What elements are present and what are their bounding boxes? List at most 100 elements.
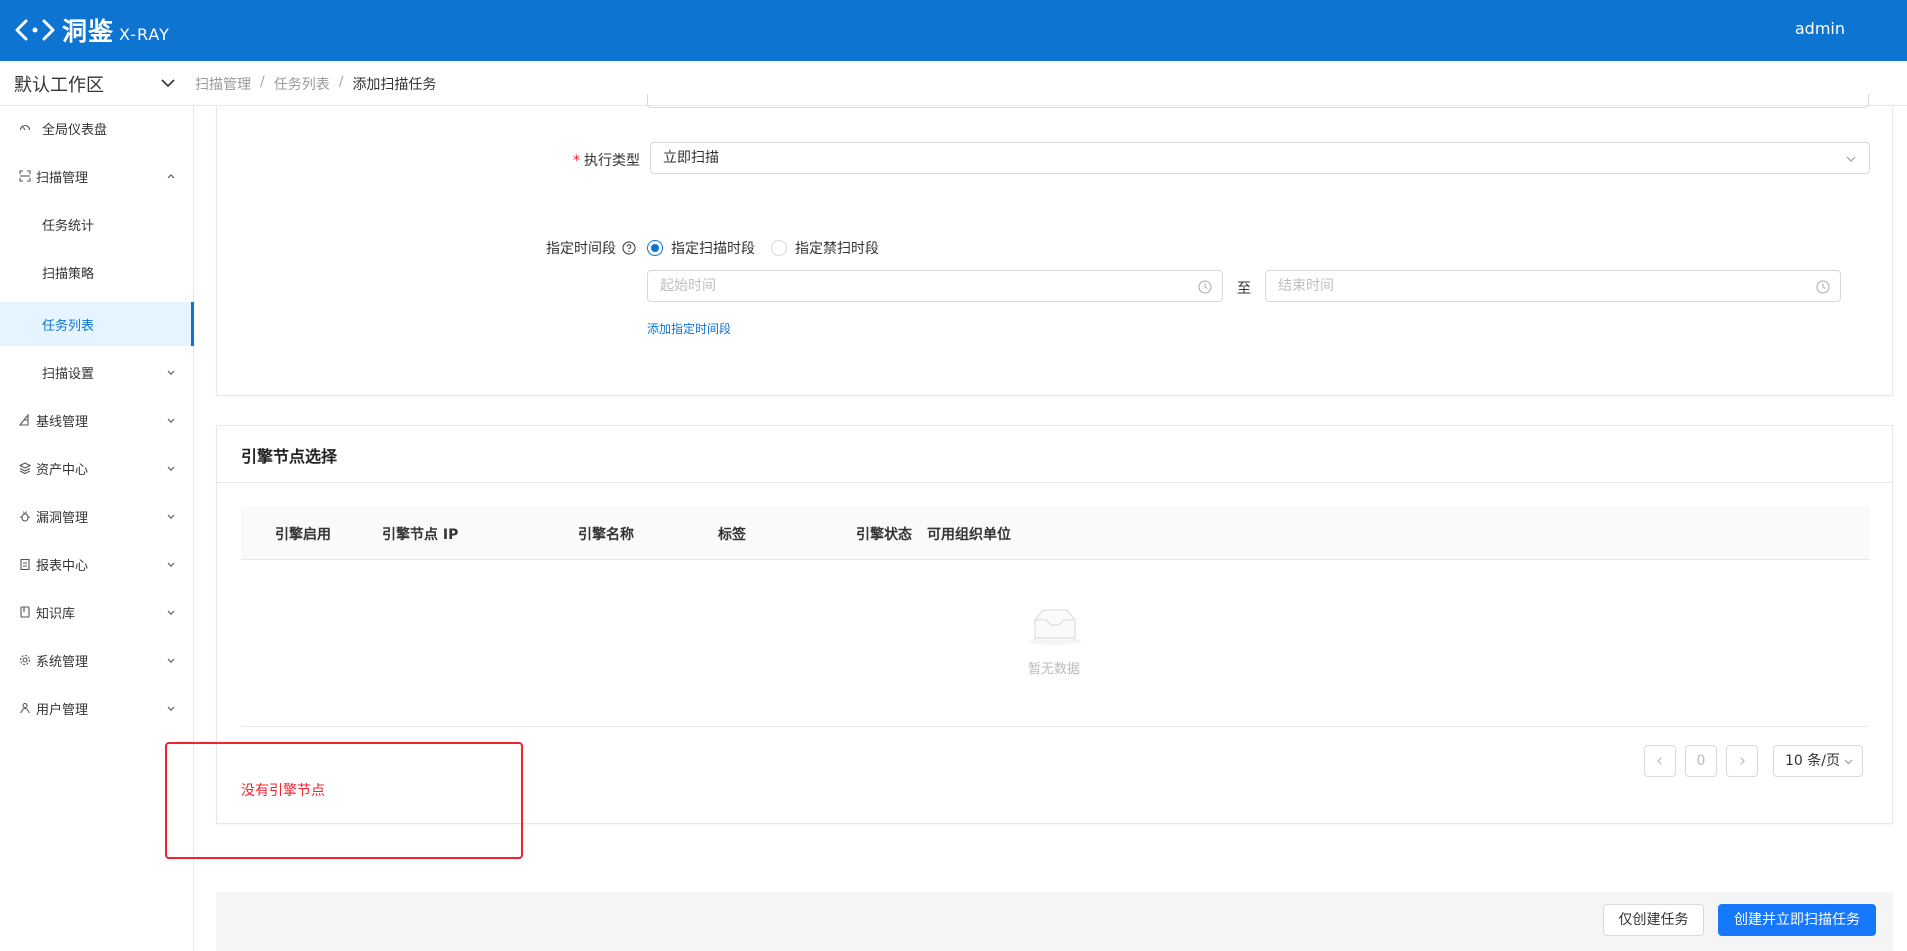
sidebar-item-vulns[interactable]: 漏洞管理 — [0, 494, 194, 538]
period-label: 指定时间段 — [540, 238, 636, 258]
breadcrumb: 扫描管理 / 任务列表 / 添加扫描任务 — [195, 74, 436, 94]
breadcrumb-current: 添加扫描任务 — [352, 77, 437, 93]
chevron-right-icon — [1740, 757, 1745, 765]
radio-scan-period[interactable]: 指定扫描时段 — [647, 238, 755, 258]
chevron-down-icon — [167, 658, 175, 663]
sidebar-item-label: 系统管理 — [36, 654, 89, 670]
sidebar-item-system[interactable]: 系统管理 — [0, 638, 194, 682]
sidebar-item-baseline[interactable]: 基线管理 — [0, 398, 194, 442]
sidebar-item-dashboard[interactable]: 全局仪表盘 — [0, 106, 194, 150]
create-only-button[interactable]: 仅创建任务 — [1603, 904, 1704, 936]
highlight-box — [165, 742, 523, 859]
chevron-down-icon — [167, 562, 175, 567]
range-separator: 至 — [1237, 281, 1251, 297]
table-header: 引擎启用 引擎节点 IP 引擎名称 标签 引擎状态 可用组织单位 — [241, 506, 1870, 560]
sidebar-item-label: 报表中心 — [36, 558, 89, 574]
sidebar-item-label: 任务统计 — [42, 218, 95, 234]
page-size-select[interactable]: 10 条/页 — [1773, 745, 1863, 777]
radio-label: 指定扫描时段 — [671, 241, 755, 257]
sidebar-item-label: 漏洞管理 — [36, 510, 89, 526]
description-textarea[interactable] — [647, 94, 1869, 108]
logo-text-cn: 洞鉴 — [62, 17, 115, 46]
gear-icon — [18, 653, 32, 667]
sidebar-item-label: 资产中心 — [36, 462, 89, 478]
exec-type-value: 立即扫描 — [663, 150, 719, 166]
clock-icon — [1198, 280, 1212, 294]
baseline-icon — [18, 413, 32, 427]
exec-type-label: * 执行类型 — [573, 153, 640, 169]
clock-icon — [1816, 280, 1830, 294]
logo-text-en: X-RAY — [119, 24, 170, 44]
column-header: 标签 — [718, 527, 746, 543]
sidebar-item-label: 用户管理 — [36, 702, 89, 718]
chevron-down-icon — [167, 514, 175, 519]
asset-icon — [18, 461, 32, 475]
scan-icon — [18, 169, 32, 183]
breadcrumb-item[interactable]: 任务列表 — [274, 74, 330, 94]
chevron-down-icon — [167, 370, 175, 375]
sidebar-item-task-stats[interactable]: 任务统计 — [0, 202, 194, 246]
sidebar-item-label: 扫描管理 — [36, 170, 89, 186]
breadcrumb-item[interactable]: 扫描管理 — [195, 74, 251, 94]
radio-dot — [647, 240, 663, 256]
next-page-button[interactable] — [1726, 745, 1758, 777]
chevron-down-icon — [1846, 156, 1856, 162]
engine-card-title: 引擎节点选择 — [241, 447, 338, 466]
sidebar-item-scan-policy[interactable]: 扫描策略 — [0, 250, 194, 294]
sidebar-item-label: 基线管理 — [36, 414, 89, 430]
sidebar-item-label: 扫描设置 — [42, 366, 95, 382]
sidebar-item-scan-settings[interactable]: 扫描设置 — [0, 350, 194, 394]
sidebar-item-label: 扫描策略 — [42, 266, 95, 282]
sidebar-item-label: 全局仪表盘 — [42, 122, 108, 138]
end-time-input[interactable]: 结束时间 — [1265, 270, 1841, 302]
sidebar-item-assets[interactable]: 资产中心 — [0, 446, 194, 490]
sidebar-item-label: 知识库 — [36, 606, 76, 622]
page-number[interactable]: 0 — [1685, 745, 1717, 777]
breadcrumb-separator: / — [260, 74, 265, 90]
create-and-scan-button[interactable]: 创建并立即扫描任务 — [1718, 904, 1876, 936]
chevron-left-icon — [1657, 757, 1662, 765]
chevron-down-icon — [167, 418, 175, 423]
radio-dot — [771, 240, 787, 256]
divider — [241, 726, 1868, 727]
column-header: 引擎状态 — [856, 527, 912, 543]
chevron-up-icon — [167, 174, 175, 179]
book-icon — [18, 605, 32, 619]
exec-type-select[interactable]: 立即扫描 — [650, 142, 1870, 174]
start-time-input[interactable]: 起始时间 — [647, 270, 1223, 302]
report-icon — [18, 557, 32, 571]
sidebar-item-knowledge[interactable]: 知识库 — [0, 590, 194, 634]
sidebar-item-users[interactable]: 用户管理 — [0, 686, 194, 730]
sidebar-item-task-list[interactable]: 任务列表 — [0, 302, 194, 346]
sidebar-item-reports[interactable]: 报表中心 — [0, 542, 194, 586]
column-header: 引擎启用 — [275, 527, 331, 543]
workspace-label: 默认工作区 — [14, 74, 104, 96]
chevron-down-icon — [167, 466, 175, 471]
footer-bar: 仅创建任务 创建并立即扫描任务 — [216, 892, 1893, 951]
empty-inbox-icon — [1029, 609, 1081, 645]
dashboard-icon — [18, 121, 32, 135]
radio-no-scan-period[interactable]: 指定禁扫时段 — [771, 238, 879, 258]
empty-text: 暂无数据 — [1028, 662, 1081, 677]
chevron-down-icon — [161, 79, 175, 88]
bug-icon — [18, 509, 32, 523]
column-header: 可用组织单位 — [927, 527, 1011, 543]
logo[interactable]: 洞鉴 X-RAY — [14, 13, 170, 47]
start-time-placeholder: 起始时间 — [660, 278, 716, 294]
column-header: 引擎节点 IP — [382, 527, 459, 543]
radio-label: 指定禁扫时段 — [795, 241, 879, 257]
page-size-value: 10 条/页 — [1785, 753, 1840, 769]
add-period-link[interactable]: 添加指定时间段 — [647, 320, 731, 337]
sidebar-item-scan-management[interactable]: 扫描管理 — [0, 154, 194, 198]
workspace-selector[interactable]: 默认工作区 — [0, 61, 194, 106]
user-icon — [18, 701, 32, 715]
divider — [217, 482, 1892, 483]
user-menu[interactable]: admin — [1795, 19, 1845, 38]
chevron-down-icon — [1844, 759, 1853, 765]
code-brackets-icon — [15, 19, 55, 41]
sidebar-item-label: 任务列表 — [42, 318, 95, 334]
chevron-down-icon — [167, 706, 175, 711]
prev-page-button[interactable] — [1644, 745, 1676, 777]
question-icon[interactable] — [622, 241, 636, 255]
chevron-down-icon — [167, 610, 175, 615]
